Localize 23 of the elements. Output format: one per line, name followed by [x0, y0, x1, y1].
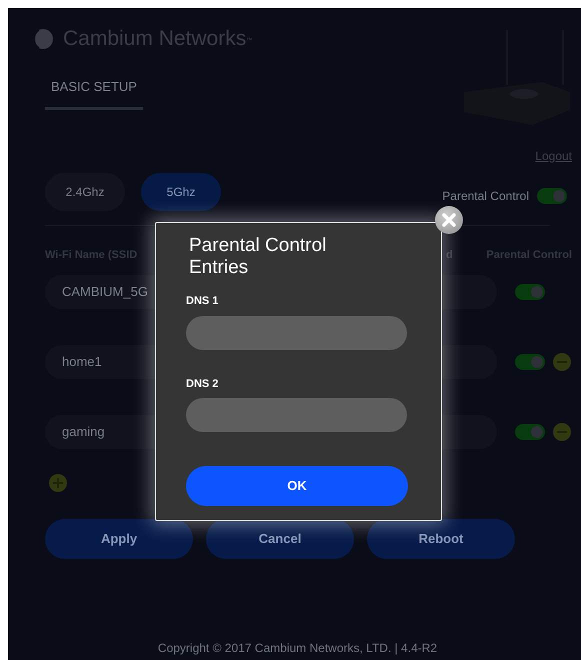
parental-control-label: Parental Control — [442, 188, 529, 205]
copyright-text: Copyright © 2017 Cambium Networks, LTD. | 4.4-R2 — [156, 640, 438, 656]
field-label: DNS 2 — [186, 376, 220, 392]
close-icon[interactable] — [435, 206, 463, 234]
remove-icon[interactable] — [553, 352, 571, 370]
logo-icon — [31, 27, 55, 51]
toggle-switch[interactable] — [515, 424, 545, 440]
field-label: DNS 1 — [186, 294, 220, 309]
action-button[interactable]: Cancel — [206, 518, 354, 558]
dns-field[interactable] — [186, 398, 407, 432]
dialog-title: Parental Control Entries — [189, 235, 328, 279]
band-tab[interactable]: 2.4Ghz — [45, 173, 125, 211]
action-button[interactable]: Apply — [45, 518, 193, 558]
ok-button[interactable]: OK — [186, 466, 408, 506]
action-button[interactable]: Reboot — [367, 518, 515, 558]
remove-icon[interactable] — [553, 422, 571, 440]
basic-setup-tab[interactable]: BASIC SETUP — [45, 76, 143, 110]
band-tab[interactable]: 5Ghz — [141, 173, 221, 211]
toggle-switch[interactable] — [515, 354, 545, 370]
add-icon[interactable] — [49, 474, 67, 492]
toggle-switch[interactable] — [515, 284, 545, 300]
toggle-switch[interactable] — [537, 188, 567, 204]
dns-field[interactable] — [186, 316, 407, 350]
